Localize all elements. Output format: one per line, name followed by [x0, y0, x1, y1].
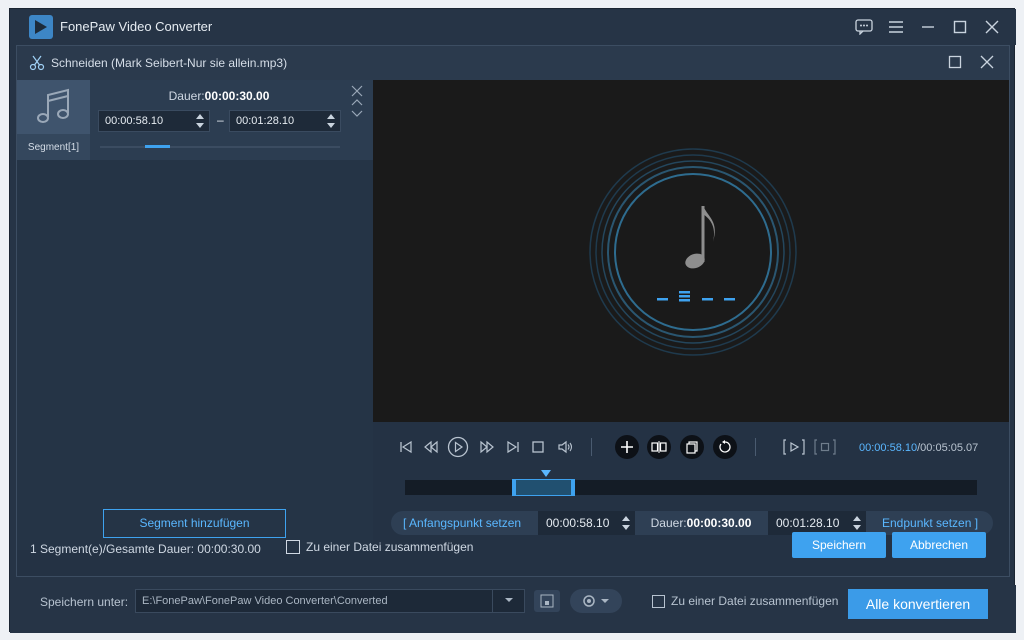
stop-icon[interactable]: [527, 436, 549, 458]
rewind-icon[interactable]: [420, 436, 442, 458]
play-segment-icon[interactable]: [783, 436, 805, 458]
timeline-track[interactable]: [405, 470, 977, 496]
playhead-marker[interactable]: [541, 470, 551, 477]
segment-end-input[interactable]: 00:01:28.10: [229, 110, 341, 132]
preview-area: [373, 80, 1009, 422]
segment-mini-track: [100, 145, 340, 148]
play-icon[interactable]: [447, 436, 469, 458]
segment-end-value: 00:01:28.10: [236, 115, 295, 127]
merge-checkbox[interactable]: Zu einer Datei zusammenfügen: [286, 540, 473, 554]
timeline-selection[interactable]: [512, 479, 575, 496]
dialog-close-icon[interactable]: [979, 54, 995, 73]
reset-icon[interactable]: [713, 435, 737, 459]
minimize-icon[interactable]: [916, 16, 940, 38]
skip-end-icon[interactable]: [502, 436, 524, 458]
segment-start-value: 00:00:58.10: [105, 115, 164, 127]
spinner-icon[interactable]: [195, 113, 205, 129]
bg-merge-label: Zu einer Datei zusammenfügen: [671, 594, 839, 608]
current-time: 00:00:58.10: [859, 442, 918, 454]
add-segment-button[interactable]: Segment hinzufügen: [103, 509, 286, 538]
segment-summary: 1 Segment(e)/Gesamte Dauer: 00:00:30.00: [30, 542, 261, 556]
trim-end-value: 00:01:28.10: [776, 516, 840, 530]
set-start-button[interactable]: [ Anfangspunkt setzen: [403, 511, 521, 535]
save-to-label: Speichern unter:: [40, 595, 129, 609]
segment-label: Segment[1]: [27, 142, 80, 153]
stop-segment-icon[interactable]: [814, 436, 836, 458]
maximize-icon[interactable]: [948, 16, 972, 38]
checkbox-icon[interactable]: [652, 594, 665, 608]
spinner-icon[interactable]: [621, 515, 631, 531]
segment-panel: Segment[1] Dauer:00:00:30.00 00:00:58.10…: [17, 80, 373, 550]
player-controls: 00:00:58.10/00:05:05.07 [ Anfangspunkt s…: [373, 422, 1009, 550]
spinner-icon[interactable]: [852, 515, 862, 531]
set-end-label: Endpunkt setzen: [882, 516, 972, 530]
trim-start-input[interactable]: 00:00:58.10: [538, 511, 635, 535]
bracket-right-icon: ]: [974, 516, 979, 530]
dialog-maximize-icon[interactable]: [948, 55, 962, 72]
set-start-label: Anfangspunkt setzen: [409, 516, 522, 530]
close-icon[interactable]: [980, 16, 1004, 38]
range-dash: –: [217, 113, 224, 127]
segment-up-icon[interactable]: [351, 99, 363, 106]
audio-visual-icon: [589, 148, 797, 356]
total-time: /00:05:05.07: [917, 442, 979, 454]
split-icon[interactable]: [647, 435, 671, 459]
checkbox-icon[interactable]: [286, 540, 300, 554]
skip-start-icon[interactable]: [395, 436, 417, 458]
segment-down-icon[interactable]: [351, 110, 363, 117]
spinner-icon[interactable]: [326, 113, 336, 129]
bg-merge-checkbox[interactable]: Zu einer Datei zusammenfügen: [652, 594, 838, 608]
trim-start-value: 00:00:58.10: [546, 516, 610, 530]
separator: [591, 438, 592, 456]
feedback-icon[interactable]: [852, 16, 876, 38]
cut-dialog: Schneiden (Mark Seibert-Nur sie allein.m…: [16, 45, 1010, 577]
app-logo-icon: [29, 15, 53, 39]
copy-segment-icon[interactable]: [680, 435, 704, 459]
app-title: FonePaw Video Converter: [60, 19, 213, 34]
save-button[interactable]: Speichern: [792, 532, 886, 558]
segment-row: Dauer:00:00:30.00 00:00:58.10 – 00:01:28…: [90, 80, 373, 160]
segment-delete-icon[interactable]: [351, 85, 363, 97]
segment-thumbnail[interactable]: Segment[1]: [17, 80, 90, 160]
convert-all-button[interactable]: Alle konvertieren: [848, 589, 988, 619]
scissors-icon: [29, 55, 45, 74]
open-folder-button[interactable]: [534, 590, 560, 612]
menu-icon[interactable]: [884, 16, 908, 38]
fast-forward-icon[interactable]: [476, 436, 498, 458]
settings-button[interactable]: [570, 589, 622, 613]
trim-duration: Dauer:00:00:30.00: [650, 516, 752, 530]
bracket-left-icon: [: [403, 516, 407, 530]
cancel-button[interactable]: Abbrechen: [892, 532, 986, 558]
selection-end-handle[interactable]: [571, 480, 575, 495]
music-note-icon: [17, 80, 90, 134]
volume-icon[interactable]: [555, 436, 577, 458]
separator: [755, 438, 756, 456]
merge-label: Zu einer Datei zusammenfügen: [306, 540, 474, 554]
segment-start-input[interactable]: 00:00:58.10: [98, 110, 210, 132]
title-bar: FonePaw Video Converter: [10, 9, 1016, 45]
time-readout: 00:00:58.10/00:05:05.07: [859, 442, 978, 454]
selection-start-handle[interactable]: [512, 480, 516, 495]
app-window: FonePaw Video Converter Speichern unter:…: [9, 8, 1016, 633]
segment-mini-fill: [145, 145, 170, 148]
add-segment-icon[interactable]: [615, 435, 639, 459]
dialog-title: Schneiden (Mark Seibert-Nur sie allein.m…: [51, 56, 288, 70]
output-path-field[interactable]: E:\FonePaw\FonePaw Video Converter\Conve…: [135, 589, 525, 613]
dialog-header: Schneiden (Mark Seibert-Nur sie allein.m…: [17, 46, 1009, 80]
path-dropdown[interactable]: [492, 589, 525, 613]
segment-duration: Dauer:00:00:30.00: [168, 89, 270, 103]
